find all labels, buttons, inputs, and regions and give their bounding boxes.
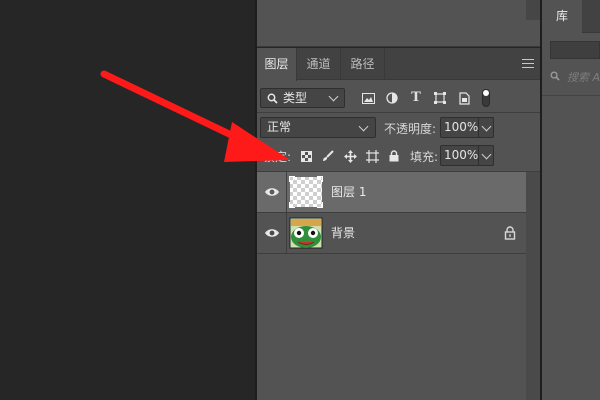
smart-object-filter-icon[interactable] xyxy=(457,91,471,105)
chevron-down-icon xyxy=(328,91,339,102)
layers-scrollbar[interactable] xyxy=(526,172,540,400)
filter-kind-label: 类型 xyxy=(283,91,308,105)
lock-image-pixels-icon[interactable] xyxy=(321,149,335,163)
eye-visibility-icon[interactable] xyxy=(264,185,280,199)
chevron-down-icon xyxy=(481,121,492,132)
lock-icon[interactable] xyxy=(504,226,516,240)
blend-mode-value: 正常 xyxy=(267,120,292,134)
library-select[interactable] xyxy=(550,41,600,59)
lock-artboard-icon[interactable] xyxy=(365,149,379,163)
opacity-label: 不透明度: xyxy=(384,122,437,136)
hamburger-menu-icon[interactable] xyxy=(522,59,534,68)
layer-thumbnail-frog-image xyxy=(289,217,323,249)
layers-panel-tabs: 图层 通道 路径 xyxy=(257,48,540,81)
lock-all-icon[interactable] xyxy=(387,149,401,163)
layer-name[interactable]: 背景 xyxy=(331,213,355,253)
separator xyxy=(286,172,287,212)
fill-value: 100% xyxy=(444,148,479,162)
fill-dropdown-button[interactable] xyxy=(478,145,494,166)
layer-name[interactable]: 图层 1 xyxy=(331,172,366,212)
layer-filter-row: 类型 T xyxy=(257,86,540,110)
separator xyxy=(542,95,600,96)
chevron-down-icon xyxy=(481,149,492,160)
filter-toggle-icon[interactable] xyxy=(481,88,491,108)
filter-kind-select[interactable]: 类型 xyxy=(260,88,345,108)
opacity-dropdown-button[interactable] xyxy=(478,117,494,138)
lock-position-icon[interactable] xyxy=(343,149,357,163)
shape-filter-icon[interactable] xyxy=(433,91,447,105)
blend-mode-select[interactable]: 正常 xyxy=(260,117,376,138)
lock-label: 锁定: xyxy=(263,150,292,164)
tab-libraries[interactable]: 库 xyxy=(542,0,582,33)
blend-opacity-row: 正常 不透明度: 100% xyxy=(257,114,540,142)
search-icon xyxy=(265,91,279,105)
lock-transparent-pixels-icon[interactable] xyxy=(299,149,313,163)
layer-row-layer1[interactable]: 图层 1 xyxy=(257,172,526,212)
layers-panel: 图层 通道 路径 类型 T 正常 不透明度: 100% 锁定: 填充: 100%… xyxy=(257,48,540,400)
eye-visibility-icon[interactable] xyxy=(264,226,280,240)
libraries-panel: 库 搜索 A xyxy=(542,0,600,400)
chevron-down-icon xyxy=(358,121,369,132)
tab-layers[interactable]: 图层 xyxy=(257,48,297,81)
upper-panel-scrollbar[interactable] xyxy=(526,0,540,20)
library-search[interactable]: 搜索 A xyxy=(550,69,600,87)
separator xyxy=(286,213,287,253)
type-filter-icon[interactable]: T xyxy=(409,90,423,105)
tab-channels[interactable]: 通道 xyxy=(297,48,341,80)
libraries-panel-tabs: 库 xyxy=(542,0,600,33)
lock-fill-row: 锁定: 填充: 100% xyxy=(257,142,540,170)
image-filter-icon[interactable] xyxy=(361,91,375,105)
layer-row-background[interactable]: 背景 xyxy=(257,213,526,253)
separator xyxy=(257,112,540,113)
upper-panel-strip xyxy=(257,0,540,47)
library-search-placeholder: 搜索 A xyxy=(567,71,600,84)
fill-label: 填充: xyxy=(410,150,439,164)
document-canvas-area[interactable] xyxy=(0,0,255,400)
layer-thumbnail-transparent xyxy=(288,175,324,209)
opacity-value: 100% xyxy=(444,120,479,134)
search-icon xyxy=(550,71,560,84)
separator xyxy=(257,253,526,254)
adjustment-filter-icon[interactable] xyxy=(385,91,399,105)
tab-paths[interactable]: 路径 xyxy=(341,48,385,80)
